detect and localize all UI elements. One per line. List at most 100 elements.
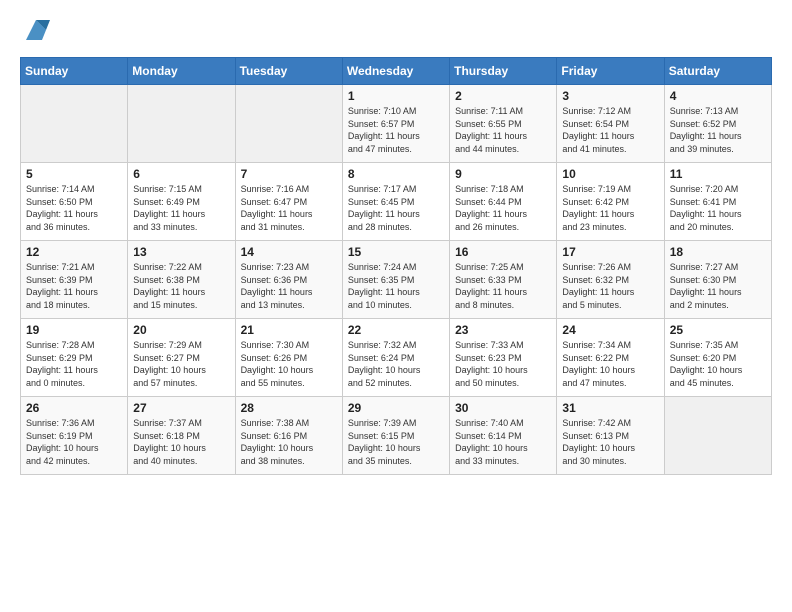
calendar-cell: 23 Sunrise: 7:33 AM Sunset: 6:23 PM Dayli…: [450, 319, 557, 397]
calendar-cell: [664, 397, 771, 475]
day-number: 24: [562, 323, 658, 337]
calendar-cell: 26 Sunrise: 7:36 AM Sunset: 6:19 PM Dayli…: [21, 397, 128, 475]
day-info: Sunrise: 7:29 AM Sunset: 6:27 PM Dayligh…: [133, 339, 229, 389]
day-info: Sunrise: 7:36 AM Sunset: 6:19 PM Dayligh…: [26, 417, 122, 467]
day-info: Sunrise: 7:18 AM Sunset: 6:44 PM Dayligh…: [455, 183, 551, 233]
calendar-cell: 30 Sunrise: 7:40 AM Sunset: 6:14 PM Dayli…: [450, 397, 557, 475]
day-info: Sunrise: 7:25 AM Sunset: 6:33 PM Dayligh…: [455, 261, 551, 311]
day-info: Sunrise: 7:10 AM Sunset: 6:57 PM Dayligh…: [348, 105, 444, 155]
header: [20, 16, 772, 45]
calendar-cell: 29Sunrise: 7:39 AM Sunset: 6:15 PM Dayli…: [342, 397, 449, 475]
day-info: Sunrise: 7:22 AM Sunset: 6:38 PM Dayligh…: [133, 261, 229, 311]
day-number: 8: [348, 167, 444, 181]
day-info: Sunrise: 7:20 AM Sunset: 6:41 PM Dayligh…: [670, 183, 766, 233]
calendar-cell: 17 Sunrise: 7:26 AM Sunset: 6:32 PM Dayli…: [557, 241, 664, 319]
calendar-cell: 21Sunrise: 7:30 AM Sunset: 6:26 PM Dayli…: [235, 319, 342, 397]
day-info: Sunrise: 7:40 AM Sunset: 6:14 PM Dayligh…: [455, 417, 551, 467]
calendar-cell: [235, 85, 342, 163]
day-info: Sunrise: 7:28 AM Sunset: 6:29 PM Dayligh…: [26, 339, 122, 389]
day-info: Sunrise: 7:16 AM Sunset: 6:47 PM Dayligh…: [241, 183, 337, 233]
calendar-cell: 1 Sunrise: 7:10 AM Sunset: 6:57 PM Daylig…: [342, 85, 449, 163]
calendar-week-row: 12 Sunrise: 7:21 AM Sunset: 6:39 PM Dayli…: [21, 241, 772, 319]
day-number: 12: [26, 245, 122, 259]
calendar-cell: 2 Sunrise: 7:11 AM Sunset: 6:55 PM Daylig…: [450, 85, 557, 163]
calendar-table: SundayMondayTuesdayWednesdayThursdayFrid…: [20, 57, 772, 475]
day-info: Sunrise: 7:24 AM Sunset: 6:35 PM Dayligh…: [348, 261, 444, 311]
day-number: 5: [26, 167, 122, 181]
column-header-saturday: Saturday: [664, 58, 771, 85]
day-info: Sunrise: 7:19 AM Sunset: 6:42 PM Dayligh…: [562, 183, 658, 233]
day-info: Sunrise: 7:37 AM Sunset: 6:18 PM Dayligh…: [133, 417, 229, 467]
calendar-cell: 13 Sunrise: 7:22 AM Sunset: 6:38 PM Dayli…: [128, 241, 235, 319]
day-info: Sunrise: 7:14 AM Sunset: 6:50 PM Dayligh…: [26, 183, 122, 233]
day-info: Sunrise: 7:33 AM Sunset: 6:23 PM Dayligh…: [455, 339, 551, 389]
calendar-cell: 22 Sunrise: 7:32 AM Sunset: 6:24 PM Dayli…: [342, 319, 449, 397]
day-number: 19: [26, 323, 122, 337]
calendar-cell: 19 Sunrise: 7:28 AM Sunset: 6:29 PM Dayli…: [21, 319, 128, 397]
calendar-cell: 10 Sunrise: 7:19 AM Sunset: 6:42 PM Dayli…: [557, 163, 664, 241]
day-info: Sunrise: 7:35 AM Sunset: 6:20 PM Dayligh…: [670, 339, 766, 389]
day-number: 25: [670, 323, 766, 337]
calendar-cell: 14 Sunrise: 7:23 AM Sunset: 6:36 PM Dayli…: [235, 241, 342, 319]
calendar-week-row: 5 Sunrise: 7:14 AM Sunset: 6:50 PM Daylig…: [21, 163, 772, 241]
calendar-cell: 11 Sunrise: 7:20 AM Sunset: 6:41 PM Dayli…: [664, 163, 771, 241]
calendar-week-row: 19 Sunrise: 7:28 AM Sunset: 6:29 PM Dayli…: [21, 319, 772, 397]
day-info: Sunrise: 7:27 AM Sunset: 6:30 PM Dayligh…: [670, 261, 766, 311]
logo-text: [20, 16, 50, 49]
day-number: 4: [670, 89, 766, 103]
day-number: 23: [455, 323, 551, 337]
calendar-cell: 18 Sunrise: 7:27 AM Sunset: 6:30 PM Dayli…: [664, 241, 771, 319]
calendar-week-row: 1 Sunrise: 7:10 AM Sunset: 6:57 PM Daylig…: [21, 85, 772, 163]
day-number: 31: [562, 401, 658, 415]
day-number: 28: [241, 401, 337, 415]
day-number: 1: [348, 89, 444, 103]
calendar-cell: 24 Sunrise: 7:34 AM Sunset: 6:22 PM Dayli…: [557, 319, 664, 397]
day-info: Sunrise: 7:39 AM Sunset: 6:15 PM Dayligh…: [348, 417, 444, 467]
day-info: Sunrise: 7:42 AM Sunset: 6:13 PM Dayligh…: [562, 417, 658, 467]
day-number: 9: [455, 167, 551, 181]
calendar-cell: 6Sunrise: 7:15 AM Sunset: 6:49 PM Daylig…: [128, 163, 235, 241]
day-number: 17: [562, 245, 658, 259]
day-number: 18: [670, 245, 766, 259]
day-number: 13: [133, 245, 229, 259]
column-header-monday: Monday: [128, 58, 235, 85]
day-number: 7: [241, 167, 337, 181]
calendar-header-row: SundayMondayTuesdayWednesdayThursdayFrid…: [21, 58, 772, 85]
day-number: 3: [562, 89, 658, 103]
day-number: 30: [455, 401, 551, 415]
day-number: 26: [26, 401, 122, 415]
column-header-tuesday: Tuesday: [235, 58, 342, 85]
day-number: 22: [348, 323, 444, 337]
day-number: 20: [133, 323, 229, 337]
page: SundayMondayTuesdayWednesdayThursdayFrid…: [0, 0, 792, 491]
calendar-cell: 9 Sunrise: 7:18 AM Sunset: 6:44 PM Daylig…: [450, 163, 557, 241]
day-info: Sunrise: 7:26 AM Sunset: 6:32 PM Dayligh…: [562, 261, 658, 311]
day-info: Sunrise: 7:21 AM Sunset: 6:39 PM Dayligh…: [26, 261, 122, 311]
day-info: Sunrise: 7:17 AM Sunset: 6:45 PM Dayligh…: [348, 183, 444, 233]
calendar-cell: 8 Sunrise: 7:17 AM Sunset: 6:45 PM Daylig…: [342, 163, 449, 241]
day-info: Sunrise: 7:11 AM Sunset: 6:55 PM Dayligh…: [455, 105, 551, 155]
day-number: 6: [133, 167, 229, 181]
column-header-sunday: Sunday: [21, 58, 128, 85]
day-number: 14: [241, 245, 337, 259]
day-number: 27: [133, 401, 229, 415]
calendar-cell: [128, 85, 235, 163]
day-info: Sunrise: 7:23 AM Sunset: 6:36 PM Dayligh…: [241, 261, 337, 311]
day-info: Sunrise: 7:34 AM Sunset: 6:22 PM Dayligh…: [562, 339, 658, 389]
day-number: 11: [670, 167, 766, 181]
day-info: Sunrise: 7:38 AM Sunset: 6:16 PM Dayligh…: [241, 417, 337, 467]
calendar-cell: 7 Sunrise: 7:16 AM Sunset: 6:47 PM Daylig…: [235, 163, 342, 241]
logo: [20, 16, 50, 45]
day-info: Sunrise: 7:13 AM Sunset: 6:52 PM Dayligh…: [670, 105, 766, 155]
calendar-cell: 31 Sunrise: 7:42 AM Sunset: 6:13 PM Dayli…: [557, 397, 664, 475]
calendar-cell: 3 Sunrise: 7:12 AM Sunset: 6:54 PM Daylig…: [557, 85, 664, 163]
day-number: 2: [455, 89, 551, 103]
day-number: 15: [348, 245, 444, 259]
column-header-thursday: Thursday: [450, 58, 557, 85]
day-info: Sunrise: 7:12 AM Sunset: 6:54 PM Dayligh…: [562, 105, 658, 155]
day-number: 10: [562, 167, 658, 181]
calendar-cell: 12 Sunrise: 7:21 AM Sunset: 6:39 PM Dayli…: [21, 241, 128, 319]
calendar-week-row: 26 Sunrise: 7:36 AM Sunset: 6:19 PM Dayli…: [21, 397, 772, 475]
day-info: Sunrise: 7:32 AM Sunset: 6:24 PM Dayligh…: [348, 339, 444, 389]
calendar-cell: 15 Sunrise: 7:24 AM Sunset: 6:35 PM Dayli…: [342, 241, 449, 319]
